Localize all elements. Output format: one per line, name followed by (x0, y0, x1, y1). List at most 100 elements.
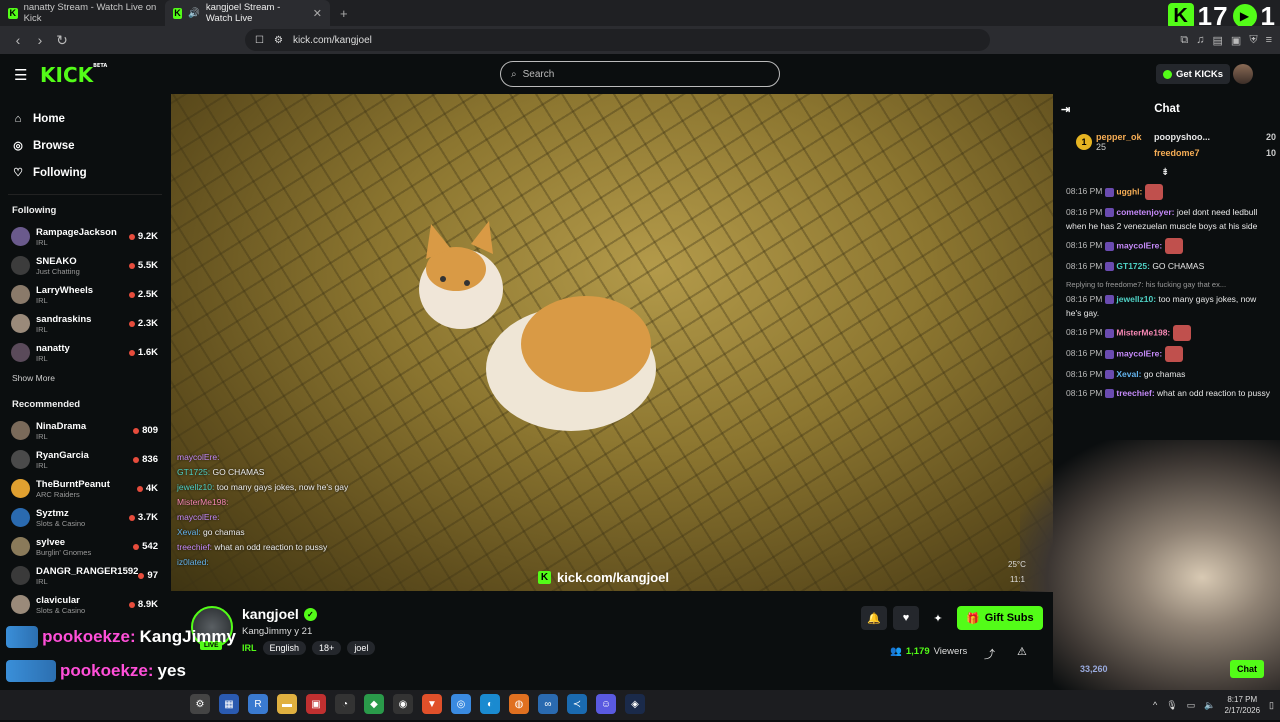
user-avatar[interactable] (1233, 64, 1253, 84)
sidebar-channel-sandraskins[interactable]: sandraskins IRL 2.3K (0, 309, 170, 338)
gift-subs-button[interactable]: 🎁 Gift Subs (957, 606, 1043, 630)
tag-english[interactable]: English (262, 641, 307, 655)
chat-message[interactable]: Replying to freedome7: his fucking gay t… (1066, 278, 1270, 320)
app-icon[interactable]: ◔ (335, 694, 355, 714)
search-input[interactable]: ⌕ Search (500, 61, 780, 87)
close-tab-icon[interactable]: ✕ (313, 7, 322, 20)
edge-icon[interactable]: ◐ (480, 694, 500, 714)
message-username[interactable]: jewellz10: (1116, 294, 1156, 304)
folder-icon[interactable]: ▬ (277, 694, 297, 714)
sidebar-channel-clavicular[interactable]: clavicular Slots & Casino 8.9K (0, 590, 170, 619)
sidebar-item-home[interactable]: ⌂ Home (12, 105, 158, 132)
url-field[interactable]: ☐ ⚙ kick.com/kangjoel (245, 29, 990, 51)
follow-button[interactable]: ♥ (893, 606, 919, 630)
message-username[interactable]: MisterMe198: (1116, 327, 1170, 337)
bookmark-icon[interactable]: ☐ (255, 35, 264, 46)
app-icon[interactable]: ◉ (393, 694, 413, 714)
chat-message[interactable]: 08:16 PM maycolEre: (1066, 238, 1270, 254)
sidebar-channel-ryangarcia[interactable]: RyanGarcia IRL 836 (0, 445, 170, 474)
chat-message[interactable]: 08:16 PM GT1725: GO CHAMAS (1066, 259, 1270, 273)
clock[interactable]: 8:17 PM 2/17/2026 (1224, 694, 1260, 716)
sidebar-channel-dangr_ranger1592[interactable]: DANGR_RANGER1592 IRL 97 (0, 561, 170, 590)
message-username[interactable]: ugghl: (1116, 186, 1142, 196)
chat-message[interactable]: 08:16 PM maycolEre: (1066, 346, 1270, 362)
message-username[interactable]: treechief: (1116, 388, 1154, 398)
leaderboard-first[interactable]: 1 pepper_ok 25 (1076, 132, 1142, 152)
chat-message[interactable]: 08:16 PM cometenjoyer: joel dont need led… (1066, 205, 1270, 233)
network-icon[interactable]: ▭ (1187, 700, 1196, 711)
forward-icon[interactable]: › (30, 32, 50, 48)
sidebar-channel-sneako[interactable]: SNEAKO Just Chatting 5.5K (0, 251, 170, 280)
notifications-icon[interactable]: ▯ (1269, 700, 1274, 711)
chat-button[interactable]: Chat (1230, 660, 1264, 678)
chat-message[interactable]: 08:16 PM treechief: what an odd reaction … (1066, 386, 1270, 400)
message-username[interactable]: Xeval: (1116, 369, 1141, 379)
tab-nanatty[interactable]: K nanatty Stream - Watch Live on Kick (0, 0, 165, 26)
sidebar-channel-nanatty[interactable]: nanatty IRL 1.6K (0, 338, 170, 367)
tab-title: kangjoel Stream - Watch Live (205, 2, 281, 24)
firefox-icon[interactable]: ◍ (509, 694, 529, 714)
tab-kangjoel[interactable]: K 🔊 kangjoel Stream - Watch Live ✕ (165, 0, 330, 26)
sidebar-icon[interactable]: ▤ (1213, 34, 1223, 47)
app-icon[interactable]: ◆ (364, 694, 384, 714)
chat-message[interactable]: 08:16 PM MisterMe198: (1066, 325, 1270, 341)
media-icon[interactable]: ♫ (1196, 34, 1204, 46)
message-username[interactable]: maycolEre: (1116, 348, 1162, 358)
reload-icon[interactable]: ↻ (52, 32, 72, 49)
message-username[interactable]: GT1725: (1116, 261, 1150, 271)
steam-icon[interactable]: ◈ (625, 694, 645, 714)
app-icon[interactable]: R (248, 694, 268, 714)
share-icon[interactable]: ⤴ (984, 646, 995, 662)
sidebar-channel-ninadrama[interactable]: NinaDrama IRL 809 (0, 416, 170, 445)
message-username[interactable]: cometenjoyer: (1116, 207, 1174, 217)
tag-joel[interactable]: joel (347, 641, 376, 655)
hamburger-menu-icon[interactable]: ☰ (14, 66, 27, 84)
mic-icon[interactable]: 🎙 (1166, 700, 1177, 711)
sidebar-channel-theburntpeanut[interactable]: TheBurntPeanut ARC Raiders 4K (0, 474, 170, 503)
app-icon[interactable]: ▦ (219, 694, 239, 714)
vpn-icon[interactable]: ⛨ (1249, 34, 1257, 47)
browser-tab-strip: K nanatty Stream - Watch Live on Kick K … (0, 0, 1280, 26)
app-icon[interactable]: ∞ (538, 694, 558, 714)
message-username[interactable]: maycolEre: (1116, 240, 1162, 250)
video-player[interactable]: maycolEre: GT1725: GO CHAMAS jewellz10: t… (171, 94, 1053, 591)
channel-name: NinaDrama (36, 420, 87, 432)
overlay-chat-line: treechief: what an odd reaction to pussy (177, 540, 377, 555)
streamer-name[interactable]: kangjoel ✓ (242, 606, 317, 622)
app-icon[interactable]: ▣ (306, 694, 326, 714)
app-icon[interactable]: ⚙ (190, 694, 210, 714)
sidebar-channel-rampagejackson[interactable]: RampageJackson IRL 9.2K (0, 222, 170, 251)
notification-bell-button[interactable]: 🔔 (861, 606, 887, 630)
chat-message[interactable]: 08:16 PM ugghl: (1066, 184, 1270, 200)
report-icon[interactable]: ⚠ (1017, 645, 1027, 658)
chat-message[interactable]: 08:16 PM Xeval: go chamas (1066, 367, 1270, 381)
leaderboard-row[interactable]: freedome7 10 (1154, 148, 1276, 158)
volume-icon[interactable]: 🔈 (1204, 700, 1215, 711)
sidebar-item-following[interactable]: ♡ Following (12, 159, 158, 186)
sparkle-button[interactable]: ✦ (925, 606, 951, 630)
sidebar-item-browse[interactable]: ◎ Browse (12, 132, 158, 159)
wallet-icon[interactable]: ▣ (1231, 34, 1241, 47)
sidebar-channel-sylvee[interactable]: sylvee Burglin' Gnomes 542 (0, 532, 170, 561)
tag-18plus[interactable]: 18+ (312, 641, 342, 655)
kick-logo[interactable]: KICKBETA (40, 63, 107, 87)
new-tab-button[interactable]: + (330, 6, 358, 21)
scroll-down-icon[interactable]: ⇟ (1161, 167, 1169, 178)
tray-chevron-icon[interactable]: ^ (1153, 700, 1157, 710)
chrome-icon[interactable]: ◎ (451, 694, 471, 714)
sidebar-channel-larrywheels[interactable]: LarryWheels IRL 2.5K (0, 280, 170, 309)
extensions-icon[interactable]: ⧉ (1180, 34, 1188, 47)
get-kicks-button[interactable]: Get KICKs (1156, 64, 1230, 84)
category-link[interactable]: IRL (242, 643, 257, 653)
show-more-button[interactable]: Show More (0, 367, 170, 389)
sidebar-channel-syztmz[interactable]: Syztmz Slots & Casino 3.7K (0, 503, 170, 532)
discord-icon[interactable]: ☺ (596, 694, 616, 714)
menu-icon[interactable]: ≡ (1266, 34, 1272, 46)
back-icon[interactable]: ‹ (8, 32, 28, 48)
kicks-coin-icon (1163, 69, 1172, 79)
vscode-icon[interactable]: ≺ (567, 694, 587, 714)
site-info-icon[interactable]: ⚙ (274, 35, 283, 46)
collapse-chat-icon[interactable]: ⇥ (1061, 103, 1070, 116)
leaderboard-row[interactable]: poopyshoo... 20 (1154, 132, 1276, 142)
brave-icon[interactable]: ▼ (422, 694, 442, 714)
